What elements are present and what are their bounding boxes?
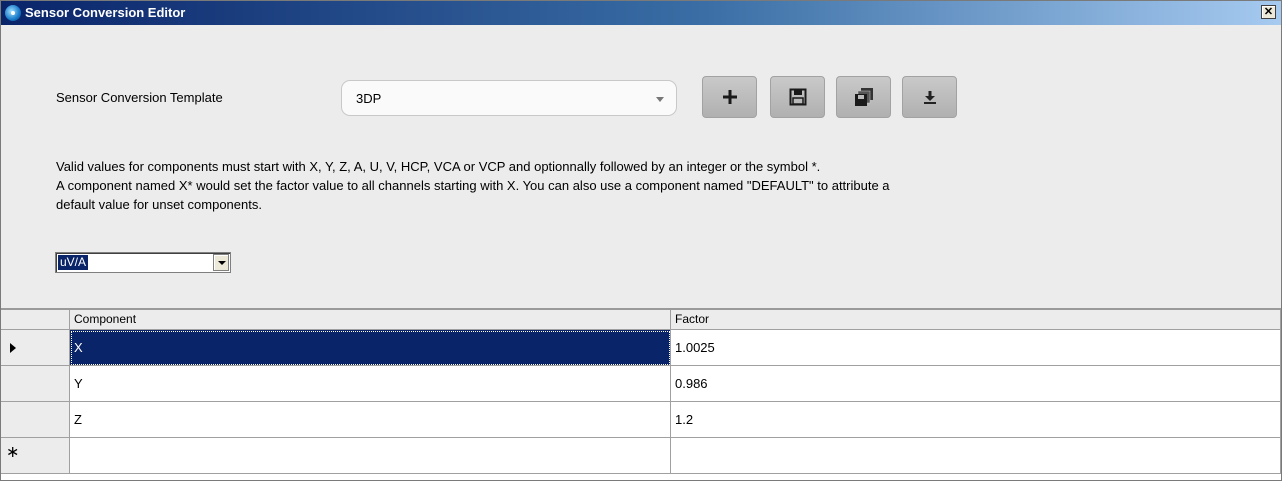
unit-select[interactable]: uV/A bbox=[55, 252, 231, 273]
template-select-value: 3DP bbox=[356, 91, 382, 106]
row-selector[interactable] bbox=[1, 330, 70, 366]
description-line-3: default value for unset components. bbox=[56, 197, 262, 212]
row-selector[interactable]: ∗ bbox=[1, 438, 70, 474]
save-template-button[interactable] bbox=[770, 76, 825, 118]
table-row[interactable]: Z 1.2 bbox=[1, 402, 1281, 438]
sensor-conversion-editor-window: Sensor Conversion Editor ✕ Sensor Conver… bbox=[0, 0, 1282, 481]
component-cell[interactable]: X bbox=[70, 330, 671, 366]
component-cell[interactable]: Y bbox=[70, 366, 671, 402]
table-row[interactable]: X 1.0025 bbox=[1, 330, 1281, 366]
window-title: Sensor Conversion Editor bbox=[25, 5, 186, 20]
column-header-factor[interactable]: Factor bbox=[671, 310, 1281, 330]
column-header-component[interactable]: Component bbox=[70, 310, 671, 330]
app-icon bbox=[5, 5, 21, 21]
description-line-2: A component named X* would set the facto… bbox=[56, 178, 890, 193]
import-template-button[interactable] bbox=[902, 76, 957, 118]
save-icon bbox=[789, 88, 806, 106]
component-cell[interactable] bbox=[70, 438, 671, 474]
save-all-templates-button[interactable] bbox=[836, 76, 891, 118]
plus-icon bbox=[722, 90, 737, 104]
new-row-icon: ∗ bbox=[6, 444, 20, 461]
factor-cell[interactable]: 1.2 bbox=[671, 402, 1281, 438]
download-icon bbox=[923, 91, 936, 104]
unit-select-value: uV/A bbox=[56, 254, 90, 271]
save-all-icon bbox=[854, 88, 873, 106]
conversion-table: Component Factor X 1.0025 Y 0.986 Z 1.2 … bbox=[1, 310, 1281, 480]
factor-cell[interactable]: 0.986 bbox=[671, 366, 1281, 402]
row-header-corner bbox=[1, 310, 70, 330]
factor-cell[interactable]: 1.0025 bbox=[671, 330, 1281, 366]
new-table-row[interactable]: ∗ bbox=[1, 438, 1281, 474]
current-row-arrow-icon bbox=[10, 343, 16, 353]
table-row[interactable]: Y 0.986 bbox=[1, 366, 1281, 402]
component-cell[interactable]: Z bbox=[70, 402, 671, 438]
unit-dropdown-arrow-icon[interactable] bbox=[213, 254, 229, 271]
template-select[interactable]: 3DP bbox=[341, 80, 677, 116]
add-template-button[interactable] bbox=[702, 76, 757, 118]
description: Valid values for components must start w… bbox=[56, 157, 1236, 214]
template-label: Sensor Conversion Template bbox=[56, 90, 223, 105]
table-header-row: Component Factor bbox=[1, 310, 1281, 330]
description-line-1: Valid values for components must start w… bbox=[56, 159, 821, 174]
title-bar: Sensor Conversion Editor ✕ bbox=[1, 1, 1281, 25]
close-button[interactable]: ✕ bbox=[1261, 5, 1276, 19]
factor-cell[interactable] bbox=[671, 438, 1281, 474]
row-selector[interactable] bbox=[1, 366, 70, 402]
row-selector[interactable] bbox=[1, 402, 70, 438]
chevron-down-icon bbox=[656, 97, 664, 102]
